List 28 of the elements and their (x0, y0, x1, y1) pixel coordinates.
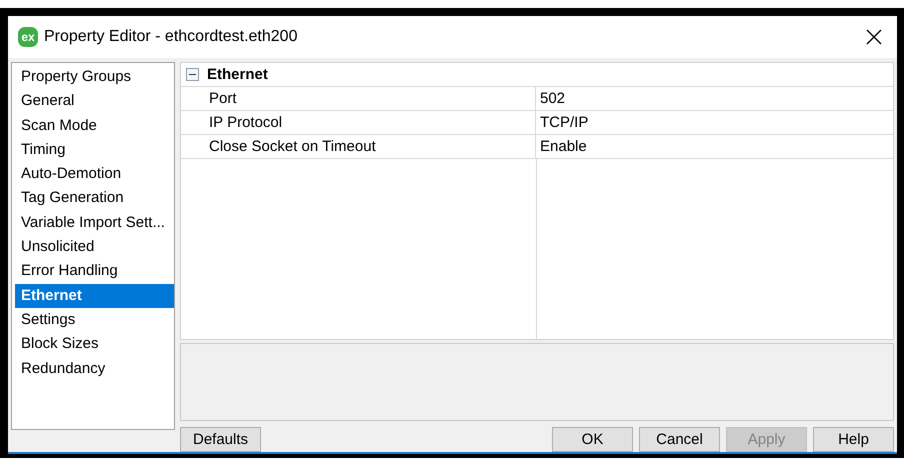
sidebar-item[interactable]: Variable Import Sett... (15, 210, 174, 236)
window-title: Property Editor - ethcordtest.eth200 (44, 28, 298, 46)
sidebar-item[interactable]: Tag Generation (15, 186, 174, 211)
dialog-button[interactable]: Help (813, 427, 894, 452)
property-name: IP Protocol (181, 111, 536, 134)
sidebar-item[interactable]: Auto-Demotion (15, 162, 174, 186)
sidebar-item[interactable]: Redundancy (15, 356, 174, 381)
app-logo: ex (18, 27, 38, 47)
sidebar-item[interactable]: Ethernet (15, 284, 174, 308)
collapse-icon[interactable] (186, 68, 199, 81)
sidebar-item[interactable]: Timing (15, 138, 174, 162)
sidebar-item[interactable]: Property Groups (15, 65, 174, 90)
property-value[interactable]: 502 (536, 86, 566, 110)
sidebar-item[interactable]: Error Handling (15, 259, 174, 284)
sidebar-item[interactable]: Scan Mode (15, 114, 174, 138)
sidebar-item[interactable]: Block Sizes (15, 332, 174, 357)
dialog-button[interactable]: Cancel (639, 427, 720, 452)
property-name: Port (181, 87, 536, 110)
sidebar-item[interactable]: General (15, 89, 174, 114)
group-header: Ethernet (207, 66, 268, 83)
dialog-button[interactable]: Defaults (180, 427, 261, 452)
dialog-button[interactable]: OK (552, 427, 633, 452)
close-icon[interactable] (865, 28, 883, 46)
property-name: Close Socket on Timeout (181, 135, 536, 158)
property-value[interactable]: TCP/IP (536, 110, 588, 134)
property-value[interactable]: Enable (536, 134, 587, 158)
sidebar-item[interactable]: Settings (15, 308, 174, 332)
sidebar-item[interactable]: Unsolicited (15, 235, 174, 260)
